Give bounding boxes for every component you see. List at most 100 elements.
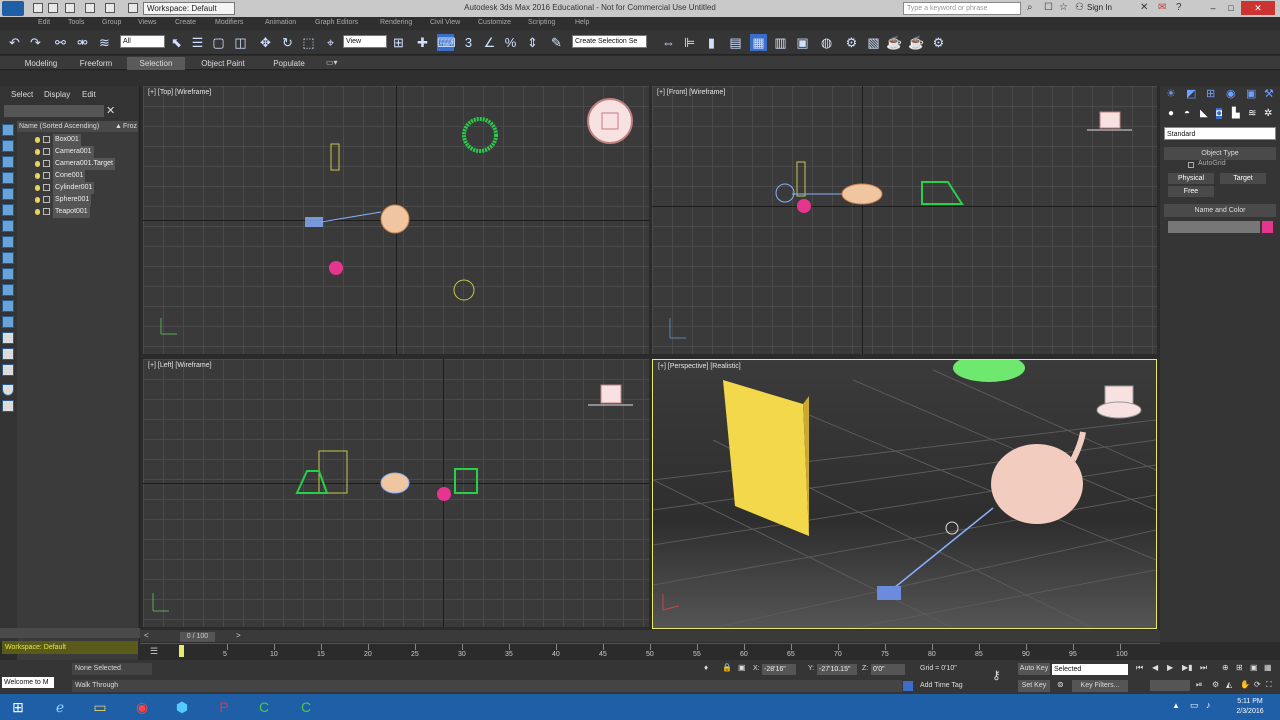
scale-icon[interactable]: ⬚ (300, 34, 317, 51)
menu-edit[interactable]: Edit (38, 19, 50, 26)
menu-help[interactable]: Help (575, 19, 589, 26)
orbit-icon[interactable]: ⟳ (1254, 680, 1261, 689)
curve-editor-icon[interactable]: ▥ (772, 34, 789, 51)
angle-snap-icon[interactable]: ∠ (481, 34, 498, 51)
lightbulb-icon[interactable] (35, 209, 40, 215)
shapes-icon[interactable]: ◓ (1184, 108, 1190, 119)
time-slider[interactable]: 0 / 100 (180, 632, 215, 642)
project-folder-icon[interactable] (128, 3, 138, 13)
systems-icon[interactable]: ✲ (1264, 108, 1272, 119)
minimize-button[interactable]: – (1205, 1, 1221, 15)
ribbon-options-icon[interactable]: ▭▾ (326, 58, 338, 67)
internet-explorer-icon[interactable]: ℯ (42, 695, 78, 719)
display-cameras-icon[interactable] (2, 172, 14, 184)
set-key-button[interactable]: Set Key (1018, 680, 1050, 692)
isolate-selection-icon[interactable]: ♦ (704, 663, 708, 672)
schematic-view-icon[interactable]: ▣ (794, 34, 811, 51)
track-bar[interactable]: ☰ 5 10 15 20 25 30 35 40 45 50 55 60 65 70 75 80 85 90 95 1… (140, 643, 1160, 659)
display-shapes-icon[interactable] (2, 140, 14, 152)
lightbulb-icon[interactable] (35, 137, 40, 143)
menu-group[interactable]: Group (102, 19, 121, 26)
object-type-rollout[interactable]: Object Type (1164, 147, 1276, 160)
maximize-viewport-icon[interactable]: ⛶ (1266, 680, 1272, 690)
open-file-icon[interactable] (48, 3, 58, 13)
explorer-scrollbar[interactable] (0, 628, 140, 638)
save-file-icon[interactable] (65, 3, 75, 13)
helpers-icon[interactable]: ▙ (1232, 108, 1240, 119)
camtasia-recorder-icon[interactable]: C (288, 695, 324, 719)
viewport-top[interactable]: [+] [Top] [Wireframe] (143, 86, 649, 354)
z-coordinate-input[interactable]: 0'0" (871, 664, 905, 675)
camtasia-icon[interactable]: C (246, 695, 282, 719)
exchange-icon[interactable]: ✕ (1140, 2, 1148, 13)
list-item[interactable]: Teapot001 (17, 206, 138, 218)
3ds-max-icon[interactable]: ⬢ (164, 695, 200, 719)
tab-freeform[interactable]: Freeform (70, 57, 122, 70)
play-icon[interactable]: ▶ (1167, 663, 1173, 672)
move-icon[interactable]: ✥ (257, 34, 274, 51)
lights-icon[interactable]: ◣ (1200, 108, 1208, 119)
zoom-extents-all-icon[interactable]: ▦ (1264, 663, 1272, 672)
layer-explorer-icon[interactable]: ▮ (703, 34, 720, 51)
lightbulb-icon[interactable] (35, 173, 40, 179)
selection-lock-icon[interactable]: 🔒 (722, 663, 732, 672)
time-config-icon[interactable]: ⚙ (1212, 680, 1219, 689)
edit-named-selection-icon[interactable]: ✎ (548, 34, 565, 51)
display-lights-icon[interactable] (2, 156, 14, 168)
account-icon[interactable]: ✉ (1158, 2, 1166, 13)
search-input[interactable]: Type a keyword or phrase (903, 2, 1021, 15)
close-button[interactable]: ✕ (1241, 1, 1275, 15)
tab-modeling[interactable]: Modeling (12, 57, 70, 70)
list-item[interactable]: Camera001.Target (17, 158, 138, 170)
column-frozen[interactable]: Froz (123, 121, 137, 132)
tray-arrow-icon[interactable]: ▲ (1172, 701, 1180, 710)
scene-explorer-icon[interactable]: ▦ (750, 34, 767, 51)
tab-populate[interactable]: Populate (260, 57, 318, 70)
key-mode-dropdown[interactable]: Selected (1052, 664, 1128, 675)
free-camera-button[interactable]: Free (1168, 186, 1214, 197)
create-tab-icon[interactable]: ☀ (1166, 87, 1176, 100)
next-key-icon[interactable]: ▶▮ (1182, 663, 1193, 672)
list-item[interactable]: Box001 (17, 134, 138, 146)
spinner-snap-icon[interactable]: ⇕ (524, 34, 541, 51)
redo-icon[interactable]: ↷ (27, 34, 44, 51)
ref-coord-dropdown[interactable]: View (343, 35, 387, 48)
mirror-icon[interactable]: ⇔ (660, 34, 677, 51)
viewport-front[interactable]: [+] [Front] [Wireframe] (652, 86, 1157, 354)
render-setup-icon[interactable]: ⚙ (843, 34, 860, 51)
explorer-menu-select[interactable]: Select (11, 90, 33, 99)
lightbulb-icon[interactable] (35, 161, 40, 167)
subscription-icon[interactable]: ☐ (1044, 2, 1053, 13)
prev-frame-icon[interactable]: < (144, 631, 149, 640)
file-explorer-icon[interactable]: ▭ (82, 695, 118, 719)
key-icon[interactable]: ⚷ (992, 668, 1001, 682)
zoom-extents-icon[interactable]: ▣ (1250, 663, 1258, 672)
field-of-view-icon[interactable]: ◭ (1226, 680, 1232, 689)
app-menu-button[interactable] (2, 1, 24, 16)
display-containers-icon[interactable] (2, 268, 14, 280)
prev-key-icon[interactable]: ◀ (1152, 663, 1158, 672)
lightbulb-icon[interactable] (35, 149, 40, 155)
explorer-column-header[interactable]: Name (Sorted Ascending) ▲ Froz (17, 121, 138, 132)
key-mode-icon[interactable]: ⊚ (1057, 680, 1064, 689)
menu-modifiers[interactable]: Modifiers (215, 19, 243, 26)
display-xrefs-icon[interactable] (2, 236, 14, 248)
mini-curve-editor-icon[interactable]: ☰ (150, 646, 158, 657)
display-frozen-icon[interactable] (2, 284, 14, 296)
go-to-start-icon[interactable]: ⏮ (1136, 663, 1143, 673)
help-icon[interactable]: ? (1176, 2, 1182, 13)
undo-icon[interactable] (85, 3, 95, 13)
menu-create[interactable]: Create (175, 19, 196, 26)
display-all-icon[interactable] (2, 316, 14, 328)
current-frame-input[interactable] (1150, 680, 1190, 691)
maximize-button[interactable]: □ (1223, 1, 1239, 15)
x-coordinate-input[interactable]: -28'16" (762, 664, 796, 675)
key-filters-button[interactable]: Key Filters... (1072, 680, 1128, 692)
rotate-icon[interactable]: ↻ (279, 34, 296, 51)
volume-icon[interactable]: ♪ (1206, 700, 1211, 710)
menu-scripting[interactable]: Scripting (528, 19, 555, 26)
tab-object-paint[interactable]: Object Paint (190, 57, 256, 70)
time-slider-track[interactable]: < > (140, 630, 1160, 642)
key-mode-toggle-icon[interactable]: ⏯ (1196, 680, 1202, 690)
absolute-mode-icon[interactable]: ▣ (738, 663, 746, 672)
